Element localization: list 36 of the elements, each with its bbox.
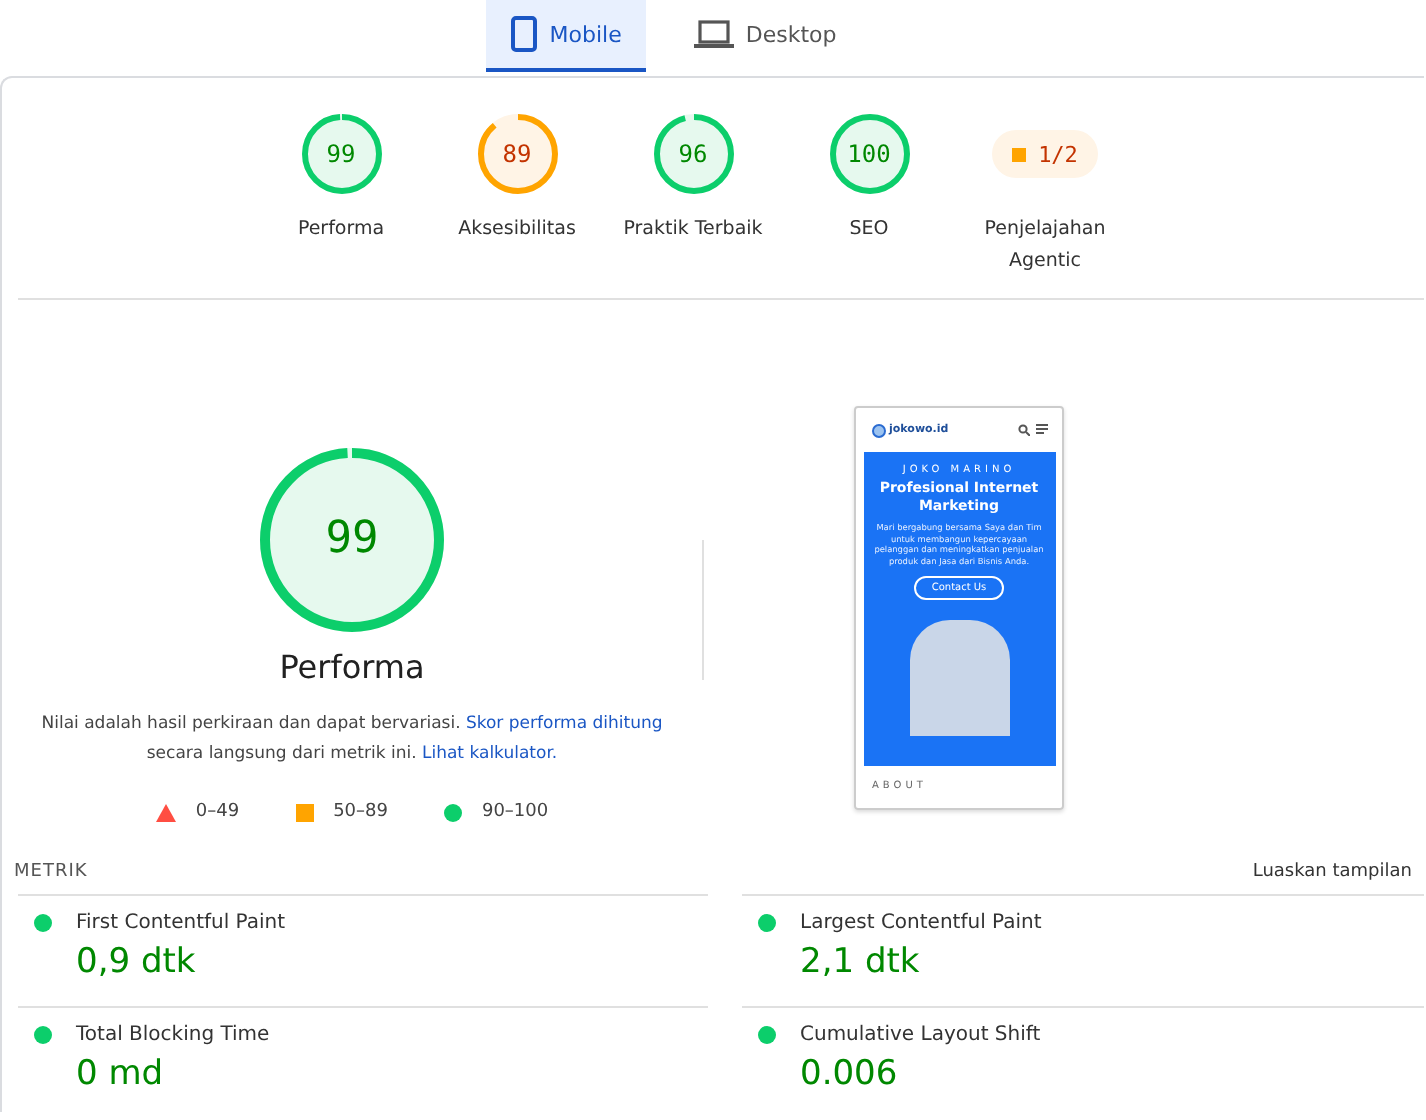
category-link[interactable]: Performa — [271, 214, 411, 246]
score-value: 99 — [323, 512, 381, 568]
section-title: METRIK — [14, 862, 88, 882]
metric-name: Largest Contentful Paint — [800, 912, 1042, 934]
category-link[interactable]: Praktik Terbaik — [623, 214, 763, 246]
search-icon — [1017, 424, 1029, 436]
score-value: 96 — [676, 138, 710, 172]
metric-value: 0,9 dtk — [76, 942, 198, 982]
category-link[interactable]: Penjelajahan Agentic — [975, 214, 1115, 278]
fraction-badge: 1/2 — [992, 130, 1098, 178]
metric-value: 0 md — [76, 1054, 166, 1094]
metric-value: 0.006 — [800, 1054, 900, 1094]
score-value: 99 — [324, 138, 358, 172]
link[interactable]: Lihat kalkulator. — [421, 744, 558, 764]
link[interactable]: Skor performa dihitung — [465, 714, 663, 734]
menu-icon — [1035, 424, 1047, 434]
score-value: 89 — [500, 138, 534, 172]
photo-placeholder — [909, 620, 1009, 736]
metric-name: Total Blocking Time — [76, 1024, 270, 1046]
laptop-icon — [693, 18, 734, 50]
device-tab[interactable]: Mobile — [485, 0, 646, 72]
category-link[interactable]: SEO — [799, 214, 939, 246]
category-link[interactable]: Aksesibilitas — [447, 214, 587, 246]
legend-label: 0–49 — [195, 802, 240, 822]
metric-name: Cumulative Layout Shift — [800, 1024, 1041, 1046]
legend-label: 50–89 — [333, 802, 388, 822]
legend-label: 90–100 — [481, 802, 549, 822]
metric-name: First Contentful Paint — [76, 912, 286, 934]
performance-title: Performa — [279, 648, 425, 686]
score-note: Nilai adalah hasil perkiraan dan dapat bervariasi. Skor performa dihitung secara langsung dari metrik ini. Lihat kalkulator. — [39, 712, 665, 768]
logo-icon — [871, 423, 885, 437]
expand-view-toggle[interactable]: Luaskan tampilan — [1252, 862, 1412, 882]
device-tab[interactable]: Desktop — [669, 0, 861, 72]
phone-icon — [509, 16, 538, 52]
score-value: 100 — [845, 138, 893, 172]
metric-value: 2,1 dtk — [800, 942, 922, 982]
